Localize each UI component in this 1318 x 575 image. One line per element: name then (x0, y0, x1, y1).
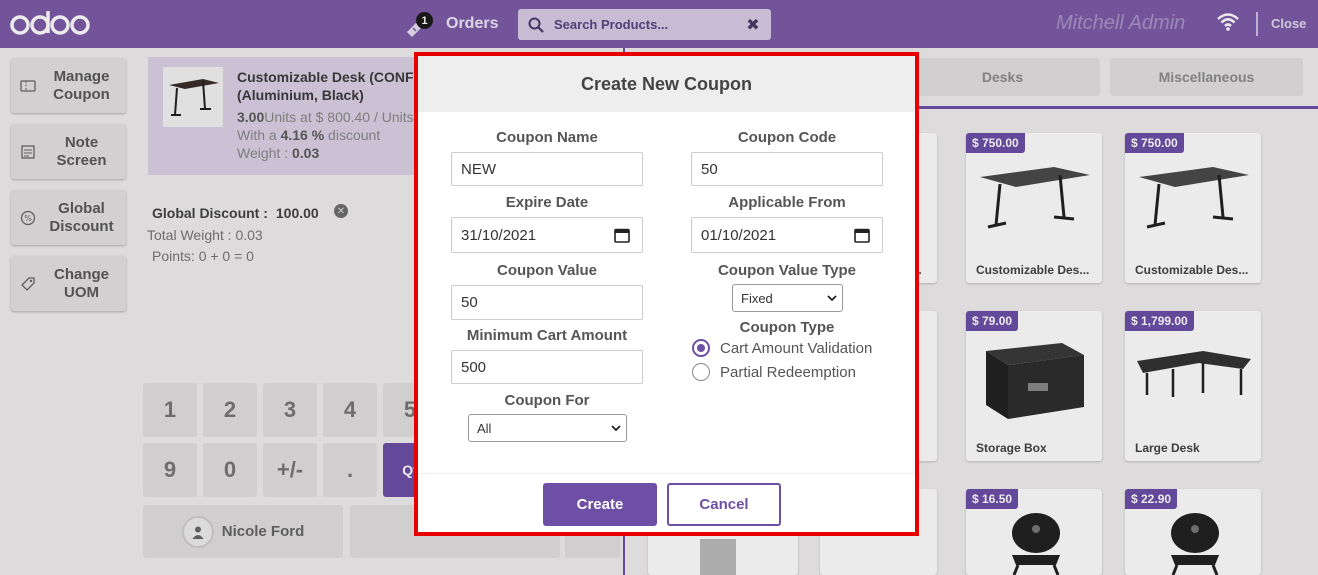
radio-label: Partial Redeemption (720, 363, 856, 381)
radio-label: Cart Amount Validation (720, 339, 873, 357)
applicable-from-value: 01/10/2021 (701, 226, 777, 244)
coupon-name-input[interactable]: NEW (451, 152, 643, 186)
coupon-for-select[interactable]: All (468, 414, 627, 442)
coupon-type-option-cart-amount[interactable]: Cart Amount Validation (692, 339, 872, 357)
calendar-icon[interactable] (614, 227, 630, 243)
coupon-type-option-partial[interactable]: Partial Redeemption (692, 363, 856, 381)
coupon-value-type-select[interactable]: Fixed (732, 284, 843, 312)
create-button[interactable]: Create (543, 483, 657, 526)
applicable-from-label: Applicable From (728, 194, 846, 211)
coupon-name-value: NEW (461, 160, 496, 178)
create-coupon-dialog: Create New Coupon Coupon Name NEW Expire… (414, 52, 919, 536)
coupon-code-value: 50 (701, 160, 718, 178)
coupon-type-label: Coupon Type (739, 319, 835, 336)
minimum-cart-amount-label: Minimum Cart Amount (466, 327, 628, 344)
expire-date-value: 31/10/2021 (461, 226, 537, 244)
chevron-down-icon (611, 425, 621, 432)
applicable-from-input[interactable]: 01/10/2021 (691, 217, 883, 253)
dialog-title: Create New Coupon (418, 56, 915, 112)
cancel-button[interactable]: Cancel (667, 483, 781, 526)
coupon-for-selected: All (477, 420, 492, 436)
radio-unselected[interactable] (692, 363, 710, 381)
chevron-down-icon (827, 295, 837, 302)
coupon-value-type-label: Coupon Value Type (717, 262, 857, 279)
coupon-for-label: Coupon For (504, 392, 590, 409)
coupon-code-input[interactable]: 50 (691, 152, 883, 186)
minimum-cart-amount-input[interactable]: 500 (451, 350, 643, 384)
coupon-value-input[interactable]: 50 (451, 285, 643, 320)
expire-date-label: Expire Date (505, 194, 589, 211)
calendar-icon[interactable] (854, 227, 870, 243)
coupon-value-value: 50 (461, 294, 478, 311)
radio-selected[interactable] (692, 339, 710, 357)
coupon-value-type-selected: Fixed (741, 290, 773, 306)
expire-date-input[interactable]: 31/10/2021 (451, 217, 643, 253)
coupon-code-label: Coupon Code (737, 129, 837, 146)
minimum-cart-amount-value: 500 (461, 358, 487, 376)
dialog-footer: Create Cancel (418, 473, 915, 536)
coupon-value-label: Coupon Value (496, 262, 597, 279)
coupon-name-label: Coupon Name (496, 129, 598, 146)
